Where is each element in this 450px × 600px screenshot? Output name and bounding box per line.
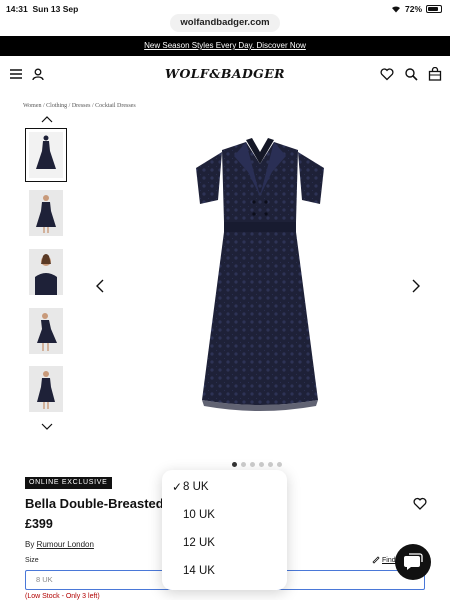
thumbs-down-arrow-icon[interactable]: [40, 422, 54, 432]
chat-icon: [404, 553, 423, 570]
size-dropdown: ✓ 8 UK 10 UK 12 UK 14 UK: [162, 470, 287, 590]
size-option-label[interactable]: 10 UK: [183, 509, 215, 521]
byline-prefix: By: [25, 540, 35, 549]
url-bar[interactable]: wolfandbadger.com: [170, 14, 280, 32]
carousel-dots: [232, 462, 282, 467]
stock-note: (Low Stock - Only 3 left): [25, 593, 100, 600]
thumbnail-3[interactable]: [29, 249, 63, 295]
wifi-icon: [391, 6, 400, 13]
carousel-dot[interactable]: [232, 462, 237, 467]
ruler-icon: [372, 556, 380, 564]
find-size-label[interactable]: Find: [382, 557, 396, 564]
battery-icon: [426, 5, 442, 13]
status-time: 14:31 Sun 13 Sep: [6, 4, 79, 14]
thumbnail-4[interactable]: [29, 308, 63, 354]
carousel-dot[interactable]: [259, 462, 264, 467]
size-option-label[interactable]: 12 UK: [183, 537, 215, 549]
brand-link[interactable]: Rumour London: [37, 540, 94, 549]
breadcrumb[interactable]: Women / Clothing / Dresses / Cocktail Dr…: [23, 103, 136, 109]
search-icon[interactable]: [404, 67, 418, 81]
promo-link[interactable]: New Season Styles Every Day. Discover No…: [144, 41, 306, 50]
chat-button[interactable]: [395, 544, 431, 580]
size-option[interactable]: 12 UK: [162, 530, 287, 558]
wishlist-heart-icon[interactable]: [413, 497, 427, 510]
prev-image-arrow-icon[interactable]: [94, 278, 106, 294]
size-option-label[interactable]: 8 UK: [183, 481, 209, 493]
carousel-dot[interactable]: [277, 462, 282, 467]
checkmark-icon: ✓: [172, 480, 183, 494]
carousel-dot[interactable]: [241, 462, 246, 467]
find-size-link[interactable]: Find: [372, 556, 396, 564]
product-title: Bella Double-Breasted: [25, 496, 164, 511]
header-nav: WOLF&BADGER: [0, 56, 450, 90]
thumbnail-2[interactable]: [29, 190, 63, 236]
product-byline: By Rumour London: [25, 540, 94, 549]
size-option[interactable]: ✓ 8 UK: [162, 474, 287, 502]
size-option[interactable]: 10 UK: [162, 502, 287, 530]
size-option[interactable]: 14 UK: [162, 558, 287, 586]
thumbnail-1[interactable]: [25, 128, 67, 182]
battery-percent: 72%: [404, 4, 422, 14]
size-label: Size: [25, 557, 39, 564]
online-exclusive-badge: ONLINE EXCLUSIVE: [25, 477, 112, 489]
carousel-dot[interactable]: [268, 462, 273, 467]
bag-icon[interactable]: [428, 67, 442, 81]
thumbs-up-arrow-icon[interactable]: [40, 114, 54, 124]
status-right: 72%: [391, 4, 442, 14]
product-main-image[interactable]: [160, 134, 360, 434]
product-price: £399: [25, 517, 53, 531]
size-option-label[interactable]: 14 UK: [183, 565, 215, 577]
promo-banner[interactable]: New Season Styles Every Day. Discover No…: [0, 36, 450, 56]
carousel-dot[interactable]: [250, 462, 255, 467]
heart-icon[interactable]: [380, 67, 394, 81]
thumbnail-5[interactable]: [29, 366, 63, 412]
next-image-arrow-icon[interactable]: [410, 278, 422, 294]
